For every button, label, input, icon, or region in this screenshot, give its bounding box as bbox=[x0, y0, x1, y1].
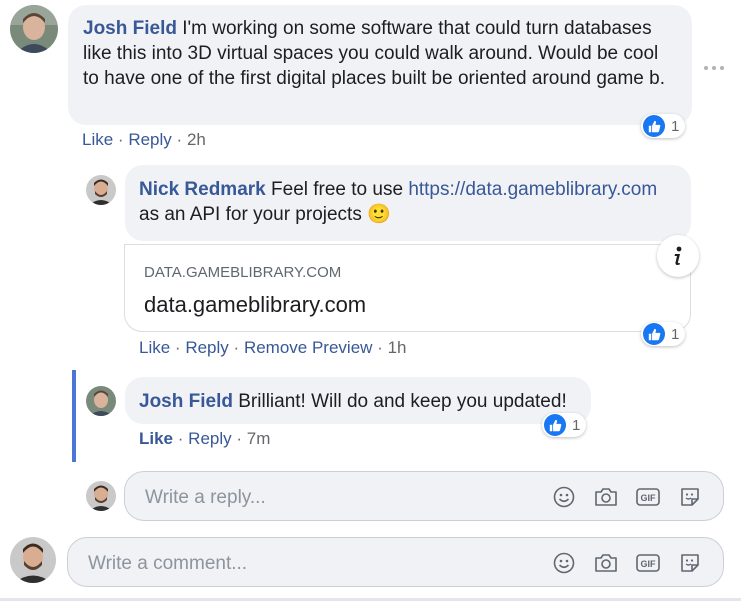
reaction-count: 1 bbox=[671, 117, 680, 135]
reply-link[interactable]: Reply bbox=[188, 429, 231, 448]
comment-bubble: Josh Field I'm working on some software … bbox=[68, 5, 692, 125]
comment-author[interactable]: Josh Field bbox=[83, 18, 177, 39]
link-preview-card[interactable]: DATA.GAMEBLIBRARY.COM data.gameblibrary.… bbox=[124, 244, 691, 332]
reply-author[interactable]: Nick Redmark bbox=[139, 179, 266, 200]
preview-domain: DATA.GAMEBLIBRARY.COM bbox=[144, 264, 342, 281]
separator: · bbox=[377, 338, 383, 357]
reaction-badge[interactable]: 1 bbox=[542, 413, 587, 437]
sticker-icon[interactable] bbox=[677, 484, 703, 510]
gif-icon[interactable]: GIF bbox=[635, 550, 661, 576]
separator: · bbox=[176, 130, 183, 149]
preview-title: data.gameblibrary.com bbox=[144, 292, 367, 317]
reaction-count: 1 bbox=[572, 416, 581, 434]
like-thumb-icon bbox=[544, 414, 566, 436]
svg-text:GIF: GIF bbox=[641, 493, 657, 503]
reaction-badge[interactable]: 1 bbox=[641, 322, 686, 346]
avatar-josh-field[interactable] bbox=[10, 5, 58, 53]
like-thumb-icon bbox=[643, 323, 665, 345]
svg-text:GIF: GIF bbox=[641, 559, 657, 569]
sticker-icon[interactable] bbox=[677, 550, 703, 576]
separator: · bbox=[236, 429, 243, 448]
like-link[interactable]: Like bbox=[139, 429, 173, 448]
avatar-nick-redmark[interactable] bbox=[86, 175, 116, 205]
avatar-current-user bbox=[10, 537, 56, 583]
info-icon[interactable] bbox=[657, 235, 699, 277]
separator: · bbox=[117, 130, 124, 149]
like-link[interactable]: Like bbox=[139, 338, 170, 357]
remove-preview-link[interactable]: Remove Preview bbox=[244, 338, 373, 357]
reaction-badge[interactable]: 1 bbox=[641, 114, 686, 138]
reply-link[interactable]: Reply bbox=[185, 338, 228, 357]
camera-icon[interactable] bbox=[593, 550, 619, 576]
emoji-icon[interactable] bbox=[551, 550, 577, 576]
camera-icon[interactable] bbox=[593, 484, 619, 510]
reply-bubble: Josh Field Brilliant! Will do and keep y… bbox=[125, 377, 591, 424]
comment-input[interactable] bbox=[86, 551, 530, 577]
timestamp[interactable]: 1h bbox=[388, 338, 407, 357]
separator: · bbox=[233, 338, 240, 357]
like-link[interactable]: Like bbox=[82, 130, 113, 149]
avatar-josh-field-small[interactable] bbox=[86, 386, 116, 416]
emoji-icon[interactable] bbox=[551, 484, 577, 510]
reply-text-after: as an API for your projects bbox=[139, 204, 362, 225]
reply-link-url[interactable]: https://data.gameblibrary.com bbox=[408, 179, 657, 200]
reply-link[interactable]: Reply bbox=[128, 130, 171, 149]
separator: · bbox=[174, 338, 181, 357]
separator: · bbox=[177, 429, 184, 448]
reply-text: Brilliant! Will do and keep you updated! bbox=[238, 391, 567, 412]
more-options-icon[interactable] bbox=[704, 62, 724, 74]
reply-input[interactable] bbox=[143, 485, 537, 511]
gif-icon[interactable]: GIF bbox=[635, 484, 661, 510]
avatar-current-user-small bbox=[86, 481, 116, 511]
reply-bubble: Nick Redmark Feel free to use https://da… bbox=[125, 165, 691, 241]
reply-text: Feel free to use bbox=[271, 179, 409, 200]
reply-author[interactable]: Josh Field bbox=[139, 391, 233, 412]
reply-actions: Like · Reply · Remove Preview · 1h bbox=[139, 338, 407, 358]
comment-actions: Like · Reply · 2h bbox=[82, 130, 206, 150]
reply-input-box: GIF bbox=[124, 471, 724, 521]
reaction-count: 1 bbox=[671, 325, 680, 343]
timestamp[interactable]: 2h bbox=[187, 130, 206, 149]
like-thumb-icon bbox=[643, 115, 665, 137]
timestamp[interactable]: 7m bbox=[247, 429, 271, 448]
reply-actions: Like · Reply · 7m bbox=[139, 429, 270, 449]
comment-input-box: GIF bbox=[67, 537, 724, 587]
smile-emoji: 🙂 bbox=[367, 204, 391, 225]
thread-highlight-line bbox=[72, 370, 76, 462]
